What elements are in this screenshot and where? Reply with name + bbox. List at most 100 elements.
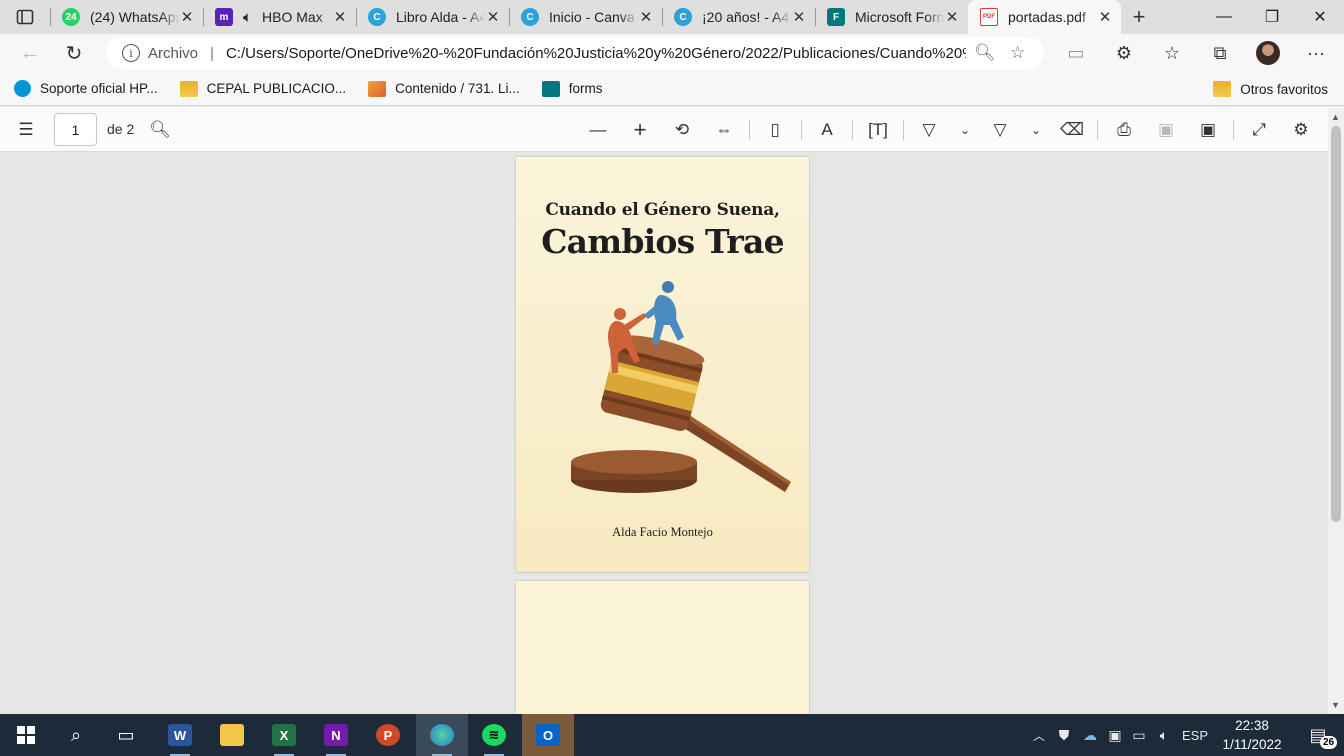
rotate-button[interactable]: ⟲	[661, 107, 703, 152]
reading-view-button[interactable]: ▭	[1052, 34, 1100, 72]
bookmark-cepal[interactable]: CEPAL PUBLICACIO...	[172, 80, 355, 97]
text-box-icon: [T]	[868, 119, 888, 139]
tab-whatsapp[interactable]: 24 (24) WhatsApp ✕	[50, 0, 203, 34]
tray-volume[interactable]: 🔈︎	[1152, 714, 1176, 756]
start-button[interactable]	[0, 714, 52, 756]
fit-width-button[interactable]: ⇔	[703, 107, 745, 152]
tab-20-anos[interactable]: C ¡20 años! - A4 ✕	[662, 0, 815, 34]
close-icon[interactable]: ✕	[485, 8, 501, 26]
zoom-icon[interactable]: 🔍︎	[974, 43, 996, 63]
refresh-button[interactable]: ↻	[52, 34, 96, 72]
task-view-button[interactable]: ▭	[100, 714, 152, 756]
contents-button[interactable]: ☰	[5, 107, 47, 152]
save-as-icon: ▣	[1199, 119, 1217, 139]
bookmarks-bar: Soporte oficial HP... CEPAL PUBLICACIO..…	[0, 72, 1344, 106]
tab-portadas-pdf[interactable]: PDF portadas.pdf ✕	[968, 0, 1121, 34]
search-icon: ⌕	[70, 724, 82, 745]
print-button[interactable]: ⎙	[1103, 107, 1145, 152]
close-icon[interactable]: ✕	[1097, 8, 1113, 26]
taskbar-outlook[interactable]: O	[522, 714, 574, 756]
collections-button[interactable]: ⧉	[1196, 34, 1244, 72]
zoom-out-button[interactable]: —	[577, 107, 619, 152]
address-scheme: Archivo	[148, 44, 199, 62]
tab-microsoft-forms[interactable]: F Microsoft Forms ✕	[815, 0, 968, 34]
extensions-button[interactable]: ⚙	[1100, 34, 1148, 72]
new-tab-button[interactable]: +	[1121, 0, 1157, 34]
tab-actions-button[interactable]	[0, 0, 50, 34]
find-button[interactable]: 🔍︎	[139, 107, 181, 152]
highlight-icon: ▽	[993, 119, 1007, 139]
fullscreen-button[interactable]: ⤢	[1238, 107, 1280, 152]
info-icon[interactable]: i	[122, 44, 140, 62]
taskbar-word[interactable]: W	[154, 714, 206, 756]
pdf-viewer[interactable]: Cuando el Género Suena, Cambios Trae Ald…	[0, 152, 1328, 714]
viewer-scrollbar[interactable]: ▲ ▼	[1328, 108, 1344, 714]
tray-overflow-button[interactable]: ︿	[1028, 714, 1050, 756]
close-icon[interactable]: ✕	[944, 8, 960, 26]
forms-icon	[541, 80, 560, 97]
scroll-up-icon[interactable]: ▲	[1331, 112, 1340, 122]
page-count: de 2	[107, 121, 135, 137]
scrollbar-thumb[interactable]	[1331, 126, 1341, 522]
add-text-button[interactable]: [T]	[857, 107, 899, 152]
close-icon[interactable]: ✕	[791, 8, 807, 26]
save-button[interactable]: ▣	[1145, 107, 1187, 152]
tray-security[interactable]: ⛊	[1052, 714, 1076, 756]
bookmark-page-icon	[368, 80, 387, 97]
profile-button[interactable]	[1244, 34, 1292, 72]
bookmark-forms[interactable]: forms	[534, 80, 611, 97]
close-icon[interactable]: ✕	[638, 8, 654, 26]
close-icon[interactable]: ✕	[332, 8, 348, 26]
favorites-button[interactable]: ☆	[1148, 34, 1196, 72]
chevron-down-icon: ⌄	[959, 122, 971, 137]
taskbar-onenote[interactable]: N	[310, 714, 362, 756]
spotify-icon: ≋	[482, 724, 506, 746]
read-aloud-button[interactable]: A	[806, 107, 848, 152]
toolbar-divider	[1097, 120, 1098, 140]
tray-onedrive[interactable]: ☁	[1078, 714, 1102, 756]
tab-libro-alda[interactable]: C Libro Alda - A4 ✕	[356, 0, 509, 34]
restore-button[interactable]: ❐	[1248, 0, 1296, 34]
draw-icon: ▽	[922, 119, 936, 139]
more-button[interactable]: ···	[1292, 34, 1340, 72]
erase-button[interactable]: ⌫	[1051, 107, 1093, 152]
address-url[interactable]: C:/Users/Soporte/OneDrive%20-%20Fundació…	[226, 45, 966, 62]
back-button[interactable]: ←	[8, 34, 52, 72]
close-icon[interactable]: ✕	[179, 8, 195, 26]
tray-meet-now[interactable]: ▣	[1104, 714, 1126, 756]
canva-icon: C	[521, 8, 539, 26]
taskbar-clock[interactable]: 22:38 1/11/2022	[1212, 716, 1292, 754]
add-favorite-icon[interactable]: ☆	[1010, 43, 1025, 63]
settings-button[interactable]: ⚙	[1280, 107, 1322, 152]
windows-icon	[17, 726, 35, 744]
page-number-input[interactable]: 1	[54, 113, 97, 146]
taskbar-file-explorer[interactable]	[206, 714, 258, 756]
cloud-icon: ☁	[1083, 726, 1097, 743]
taskbar-edge[interactable]	[416, 714, 468, 756]
address-bar[interactable]: i Archivo | C:/Users/Soporte/OneDrive%20…	[106, 37, 1044, 69]
tab-hbo-max[interactable]: m 🔈︎ HBO Max ✕	[203, 0, 356, 34]
zoom-in-button[interactable]: +	[619, 107, 661, 152]
avatar	[1256, 41, 1280, 65]
tray-battery[interactable]: ▭	[1128, 714, 1150, 756]
search-button[interactable]: ⌕	[50, 714, 102, 756]
tab-title: Libro Alda - A4	[396, 9, 485, 25]
page-view-icon: ▯	[770, 119, 780, 139]
minus-icon: —	[589, 119, 607, 139]
scroll-down-icon[interactable]: ▼	[1331, 700, 1340, 710]
bookmark-contenido[interactable]: Contenido / 731. Li...	[360, 80, 528, 97]
taskbar-excel[interactable]: X	[258, 714, 310, 756]
bookmark-label: forms	[568, 81, 603, 96]
taskbar-spotify[interactable]: ≋	[468, 714, 520, 756]
notifications-button[interactable]: ▤ 26	[1296, 714, 1340, 756]
bookmark-other-favorites[interactable]: Otros favoritos	[1205, 72, 1336, 106]
tab-inicio-canva[interactable]: C Inicio - Canva ✕	[509, 0, 662, 34]
page-view-button[interactable]: ▯	[754, 107, 796, 152]
save-as-button[interactable]: ▣	[1187, 107, 1229, 152]
taskbar-powerpoint[interactable]: P	[362, 714, 414, 756]
close-window-button[interactable]: ✕	[1296, 0, 1344, 34]
tray-language[interactable]: ESP	[1180, 714, 1210, 756]
minimize-button[interactable]: —	[1200, 0, 1248, 34]
bookmark-hp[interactable]: Soporte oficial HP...	[6, 80, 166, 97]
audio-playing-icon[interactable]: 🔈︎	[243, 9, 252, 26]
